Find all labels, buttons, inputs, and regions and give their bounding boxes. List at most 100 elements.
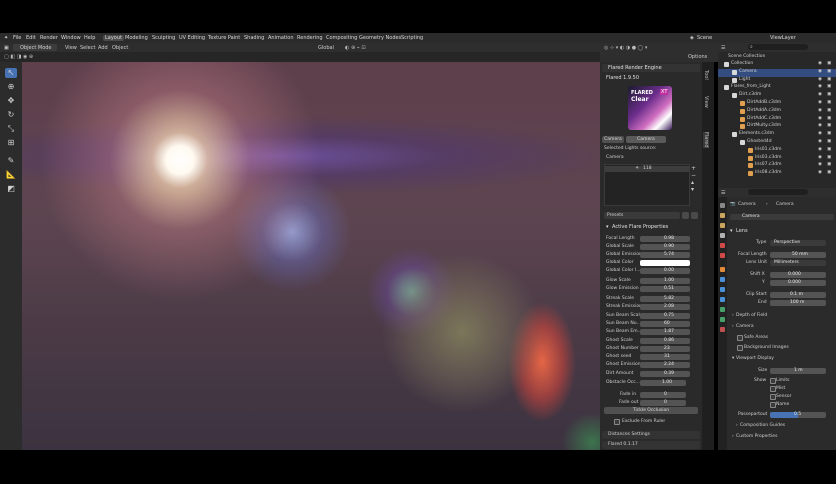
breadcrumb-object[interactable]: Camera	[738, 202, 756, 207]
add-cube-icon[interactable]: ◩	[5, 184, 17, 194]
bg-images-header[interactable]: Background Images	[744, 345, 789, 350]
render-camera-icon[interactable]: ▣	[827, 92, 831, 97]
visibility-eye-icon[interactable]: ◉	[818, 116, 822, 121]
visibility-eye-icon[interactable]: ◉	[818, 147, 822, 152]
render-camera-icon[interactable]: ▣	[827, 77, 831, 82]
lens-header-label[interactable]: Lens	[736, 228, 748, 234]
exclude-from-ruler-checkbox[interactable]	[614, 419, 620, 425]
gizmo-icons[interactable]: ◎ ⊹ ▾ ◐ ◑ ● ◯ ▾	[604, 45, 647, 51]
render-camera-icon[interactable]: ▣	[827, 170, 831, 175]
menu-view[interactable]: View	[65, 45, 77, 51]
flare-prop-field[interactable]: 5.82	[640, 296, 690, 302]
render-camera-icon[interactable]: ▣	[827, 139, 831, 144]
side-tab-tool[interactable]: Tool	[703, 70, 709, 80]
preset-remove-icon[interactable]	[691, 212, 698, 219]
scene-collection-label[interactable]: Scene Collection	[728, 54, 765, 59]
scene-selector[interactable]: Scene	[697, 35, 712, 41]
flare-prop-field[interactable]: 0.39	[640, 371, 690, 377]
camera-data-selector[interactable]: Camera	[730, 214, 834, 220]
flare-prop-field[interactable]: 2.24	[640, 362, 690, 368]
visibility-eye-icon[interactable]: ◉	[818, 139, 822, 144]
presets-dropdown[interactable]: Presets	[604, 212, 680, 219]
tab-compositing[interactable]: Compositing	[326, 35, 357, 41]
outliner-row[interactable]: DirtAddA.c3dm ◉ ▣	[718, 108, 836, 116]
tab-sculpting[interactable]: Sculpting	[152, 35, 175, 41]
transform-icon[interactable]: ⊞	[5, 138, 17, 148]
outliner-row[interactable]: DirtAddB.c3dm ◉ ▣	[718, 100, 836, 108]
snap-icons[interactable]: ◐ ⊕ ⌁ ⊡	[345, 45, 366, 51]
physics-props-icon[interactable]	[720, 297, 725, 302]
active-flare-chevron-icon[interactable]: ▾	[606, 224, 609, 230]
select-box-icon[interactable]: ↖	[5, 68, 17, 78]
outliner-row[interactable]: DirtMulty.c3dm ◉ ▣	[718, 123, 836, 131]
shift-x-field[interactable]: 0.000	[770, 272, 826, 278]
menu-window[interactable]: Window	[61, 35, 81, 41]
visibility-eye-icon[interactable]: ◉	[818, 77, 822, 82]
tab-animation[interactable]: Animation	[268, 35, 294, 41]
flare-prop-field[interactable]: 23	[640, 346, 690, 352]
move-icon[interactable]: ✥	[5, 96, 17, 106]
modifier-props-icon[interactable]	[720, 277, 725, 282]
bg-images-checkbox[interactable]	[737, 345, 743, 351]
tab-geometry-nodes[interactable]: Geometry Nodes	[359, 35, 401, 41]
menu-select[interactable]: Select	[80, 45, 95, 51]
outliner-row[interactable]: Camera ◉ ▣	[718, 68, 836, 77]
lens-header[interactable]: ▾	[730, 228, 733, 234]
scale-icon[interactable]: ⤡	[5, 124, 17, 134]
render-camera-icon[interactable]: ▣	[827, 61, 831, 66]
tab-rendering[interactable]: Rendering	[297, 35, 323, 41]
visibility-eye-icon[interactable]: ◉	[818, 61, 822, 66]
rotate-icon[interactable]: ↻	[5, 110, 17, 120]
visibility-eye-icon[interactable]: ◉	[818, 162, 822, 167]
list-add-remove-buttons[interactable]: + − ▴ ▾	[691, 165, 697, 195]
select-mode-icons[interactable]: ▢ ◧ ◨ ◉ ⊕	[4, 54, 33, 60]
focal-length-field[interactable]: 50 mm	[770, 252, 826, 258]
visibility-eye-icon[interactable]: ◉	[818, 84, 822, 89]
tab-shading[interactable]: Shading	[244, 35, 264, 41]
output-props-icon[interactable]	[720, 223, 725, 228]
lens-unit-dropdown[interactable]: Millimeters	[770, 260, 826, 266]
flare-prop-field[interactable]: 0.90	[640, 244, 690, 250]
visibility-eye-icon[interactable]: ◉	[818, 123, 822, 128]
render-camera-icon[interactable]: ▣	[827, 100, 831, 105]
visibility-eye-icon[interactable]: ◉	[818, 108, 822, 113]
distances-settings-header[interactable]: Distances Settings	[602, 431, 700, 439]
flare-prop-field[interactable]: 1.00	[640, 278, 690, 284]
flare-prop-field[interactable]: 0.75	[640, 313, 690, 319]
editor-type-icon[interactable]: ▣	[4, 45, 9, 51]
flare-prop-field[interactable]: 0.86	[640, 338, 690, 344]
outliner-row[interactable]: Iris08.c3dm ◉ ▣	[718, 170, 836, 178]
render-camera-icon[interactable]: ▣	[827, 84, 831, 89]
safe-areas-checkbox[interactable]	[737, 335, 743, 341]
tool-props-icon[interactable]	[720, 203, 725, 208]
cursor-icon[interactable]: ⊕	[5, 82, 17, 92]
menu-file[interactable]: File	[13, 35, 21, 41]
world-props-icon[interactable]	[720, 253, 725, 258]
camera-data-props-icon[interactable]	[720, 317, 725, 322]
props-editor-icon[interactable]: ☰	[721, 190, 725, 196]
render-camera-icon[interactable]: ▣	[827, 108, 831, 113]
breadcrumb-data[interactable]: Camera	[776, 202, 794, 207]
tab-texture-paint[interactable]: Texture Paint	[208, 35, 240, 41]
dof-header[interactable]: Depth of Field	[736, 313, 767, 318]
outliner-row[interactable]: Dirt.c3dm ◉ ▣	[718, 92, 836, 100]
outliner-row[interactable]: Elements.c3dm ◉ ▣	[718, 131, 836, 139]
options-dropdown[interactable]: Options	[688, 54, 707, 60]
type-dropdown[interactable]: Perspective	[770, 240, 826, 246]
flare-prop-field[interactable]: 31	[640, 354, 690, 360]
render-camera-icon[interactable]: ▣	[827, 162, 831, 167]
outliner-editor-icon[interactable]: ☰	[721, 45, 725, 51]
render-props-icon[interactable]	[720, 213, 725, 218]
scene-props-icon[interactable]	[720, 243, 725, 248]
camera-section-chevron-icon[interactable]: ›	[732, 324, 734, 329]
render-camera-icon[interactable]: ▣	[827, 131, 831, 136]
flare-prop-field[interactable]: 0.98	[640, 236, 690, 242]
measure-icon[interactable]: 📐	[5, 170, 17, 180]
visibility-eye-icon[interactable]: ◉	[818, 69, 822, 74]
tickle-occlusion-button[interactable]: Tickle Occlusion	[604, 407, 698, 414]
size-field[interactable]: 1 m	[770, 368, 826, 374]
flare-prop-field[interactable]: 1.87	[640, 329, 690, 335]
light-list-row[interactable]: ☀ 118	[605, 166, 689, 172]
orientation-dropdown[interactable]: Global	[318, 45, 334, 51]
flare-prop-field[interactable]: 0.51	[640, 286, 690, 292]
